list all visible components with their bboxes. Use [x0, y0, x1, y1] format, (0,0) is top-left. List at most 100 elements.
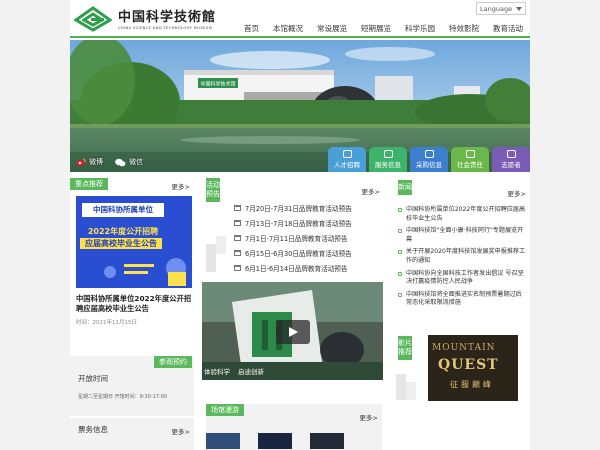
logo-english-name: CHINA SCIENCE AND TECHNOLOGY MUSEUM [118, 26, 213, 30]
page: 中国科学技術館 CHINA SCIENCE AND TECHNOLOGY MUS… [70, 0, 530, 450]
activities-list: 7月20日-7月31日品牌教育活动预告 7月13日-7月18日品牌教育活动预告 … [234, 200, 382, 275]
featured-title[interactable]: 中国科协所属单位2022年度公开招聘应届高校毕业生公告 [76, 294, 192, 314]
poster-line-1: 中国科协所属单位 [82, 203, 164, 217]
nav-special-cinema[interactable]: 特效影院 [442, 22, 486, 36]
building-sign: 中国科学技术馆 [200, 81, 235, 88]
film-title-chinese: 征服巅峰 [450, 380, 494, 389]
quick-service-info[interactable]: 服务信息 [369, 147, 407, 172]
poster-line-3: 应届高校毕业生公告 [80, 238, 162, 249]
venue-thumbnail[interactable] [206, 433, 240, 449]
quick-procurement[interactable]: 采购信息 [410, 147, 448, 172]
quick-recruitment[interactable]: 人才招聘 [328, 147, 366, 172]
film-recommend-tag: 影片推荐 [398, 336, 412, 360]
activity-item[interactable]: 7月20日-7月31日品牌教育活动预告 [234, 200, 382, 215]
film-poster[interactable]: MOUNTAIN QUEST 征服巅峰 [428, 335, 518, 401]
news-item[interactable]: 关于开展2020年度科技馆发展奖申报推荐工作的通知 [398, 248, 526, 265]
activity-title: 7月1日-7月11日品牌教育活动预告 [245, 234, 348, 243]
ticket-info-title: 票务信息 [78, 425, 108, 434]
document-icon [424, 150, 434, 158]
bullet-icon [398, 250, 402, 255]
weibo-link[interactable]: 微博 [76, 157, 103, 167]
service-icon [383, 150, 393, 158]
wechat-icon [115, 158, 126, 166]
news-column: 新闻 更多> 中国科协所属单位2022年度公开招聘应届高校毕业生公告 中国科技馆… [392, 178, 530, 450]
featured-column: 重点推荐 更多> 中国科协所属单位 2022年度公开招聘 应届高校毕业生公告 中… [70, 178, 194, 450]
news-item-title: 关于开展2020年度科技馆发展奖申报推荐工作的通知 [406, 248, 526, 264]
weibo-icon [76, 158, 86, 166]
calendar-icon [234, 264, 241, 271]
activity-item[interactable]: 6月1日-6月14日品牌教育活动预告 [234, 260, 382, 275]
visit-booking-tag[interactable]: 参观预约 [154, 356, 192, 368]
opening-hours-box: 参观预约 开放时间 星期二至星期日 开馆时间：9:30-17:00 [70, 356, 194, 416]
venue-more-link[interactable]: 更多> [360, 412, 378, 422]
venue-thumbnail[interactable] [310, 433, 344, 449]
activity-item[interactable]: 6月15日-6月30日品牌教育活动预告 [234, 245, 382, 260]
social-links: 微博 微信 [76, 157, 143, 167]
featured-more-label: 更多> [171, 183, 190, 191]
nav-short-term-exhibitions[interactable]: 短期展览 [354, 22, 398, 36]
nav-permanent-exhibitions[interactable]: 常设展览 [310, 22, 354, 36]
video-caption-1: 体验科学 [204, 368, 230, 376]
activity-title: 7月20日-7月31日品牌教育活动预告 [245, 204, 352, 213]
museum-logo-icon[interactable] [74, 6, 112, 32]
person-icon [342, 150, 352, 158]
video-caption-2: 启迪创新 [238, 368, 264, 376]
poster-line-2: 2022年度公开招聘 [87, 227, 159, 236]
featured-more-link[interactable]: 更多> [172, 181, 190, 191]
news-more-label: 更多> [507, 190, 526, 198]
news-item-title: 中国科协向全国科技工作者发出倡议 号召坚决打赢疫情防控人民战争 [406, 269, 524, 286]
venue-thumbnail[interactable] [258, 433, 292, 449]
activities-tag: 活动预告 [206, 178, 220, 202]
featured-poster[interactable]: 中国科协所属单位 2022年度公开招聘 应届高校毕业生公告 [76, 196, 192, 288]
featured-header: 重点推荐 更多> [70, 178, 194, 191]
news-item[interactable]: 中国科技馆"全面小康·科技同行"专题展览开幕 [398, 227, 526, 244]
activity-title: 6月1日-6月14日品牌教育活动预告 [245, 264, 348, 273]
activity-item[interactable]: 7月13日-7月18日品牌教育活动预告 [234, 215, 382, 230]
nav-education[interactable]: 教育活动 [486, 22, 530, 36]
ticket-more-label: 更多> [171, 428, 190, 436]
opening-hours-title: 开放时间 [78, 374, 108, 383]
language-select[interactable]: Language [476, 2, 526, 15]
news-more-link[interactable]: 更多> [508, 188, 526, 198]
activity-item[interactable]: 7月1日-7月11日品牌教育活动预告 [234, 230, 382, 245]
bullet-icon [398, 208, 402, 212]
nav-about[interactable]: 本馆概况 [266, 22, 310, 36]
nav-home[interactable]: 首页 [237, 22, 266, 36]
bullet-icon [398, 271, 402, 276]
bullet-icon [398, 229, 402, 234]
quick-service-info-label: 服务信息 [375, 161, 401, 169]
quick-volunteer-label: 志愿者 [501, 161, 521, 169]
activities-more-label: 更多> [361, 188, 380, 196]
site-header: 中国科学技術館 CHINA SCIENCE AND TECHNOLOGY MUS… [70, 0, 530, 38]
wechat-link[interactable]: 微信 [115, 157, 143, 167]
ticket-more-link[interactable]: 更多> [172, 426, 190, 436]
decorative-blocks [396, 374, 416, 400]
venue-more-label: 更多> [359, 414, 378, 422]
quick-social-responsibility[interactable]: 社会责任 [451, 147, 489, 172]
volunteer-icon [506, 150, 516, 158]
news-item-title: 中国科技馆"全面小康·科技同行"专题展览开幕 [406, 227, 524, 243]
poster-illustration [80, 258, 186, 286]
chevron-down-icon [516, 7, 522, 11]
weibo-label: 微博 [89, 158, 103, 166]
quick-links: 人才招聘 服务信息 采购信息 社会责任 志愿者 [328, 147, 530, 172]
news-item[interactable]: 中国科技馆将全面推进实名制预票暑期过后常态化采取限流措施 [398, 291, 526, 308]
logo-chinese-name[interactable]: 中国科学技術館 [118, 6, 216, 25]
activities-more-link[interactable]: 更多> [362, 186, 380, 196]
play-button[interactable] [276, 320, 310, 344]
venue-tour-tag[interactable]: 场馆漫游 [206, 404, 244, 416]
venue-thumbnails [206, 433, 344, 449]
promo-video[interactable]: 体验科学 启迪创新 [202, 282, 383, 380]
quick-recruitment-label: 人才招聘 [334, 161, 360, 169]
handshake-icon [465, 150, 475, 158]
news-item[interactable]: 中国科协向全国科技工作者发出倡议 号召坚决打赢疫情防控人民战争 [398, 270, 526, 287]
nav-science-park[interactable]: 科学乐园 [398, 22, 442, 36]
hero-banner[interactable]: 中国科学技术馆 微博 微信 人才招聘 服务信息 采购信息 社会责任 志愿者 [70, 40, 530, 172]
wechat-label: 微信 [129, 158, 143, 166]
opening-hours-text: 星期二至星期日 开馆时间：9:30-17:00 [78, 394, 168, 400]
quick-volunteer[interactable]: 志愿者 [492, 147, 530, 172]
language-label: Language [480, 5, 513, 13]
news-item[interactable]: 中国科协所属单位2022年度公开招聘应届高校毕业生公告 [398, 206, 526, 223]
news-tag: 新闻 [398, 180, 412, 195]
quick-procurement-label: 采购信息 [416, 161, 442, 169]
